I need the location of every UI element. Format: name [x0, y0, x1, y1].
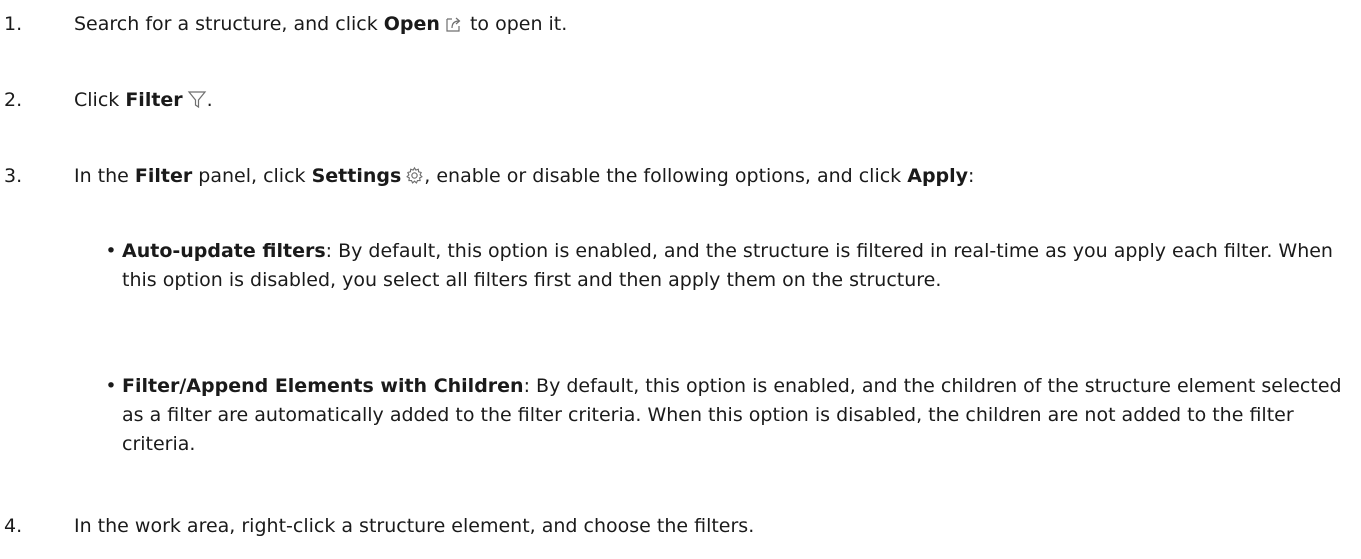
step-text: In the work area, right-click a structur…: [74, 515, 755, 537]
step-text-segment: .: [206, 89, 213, 111]
step-number: 1.: [4, 13, 23, 35]
step-number: 4.: [4, 515, 23, 537]
step-text: In the Filter panel, click Settings , ena…: [74, 162, 1351, 191]
ui-term-filter: Filter: [125, 89, 183, 111]
step-text-segment: In the: [74, 165, 135, 187]
step-number: 2.: [4, 89, 23, 111]
step-text-segment: to open it.: [463, 13, 568, 35]
ui-term-settings: Settings: [311, 165, 402, 187]
step-text-segment: , enable or disable the following option…: [424, 165, 908, 187]
step-text-segment: :: [968, 165, 975, 187]
bullet-text: Filter/Append Elements with Children: By…: [122, 372, 1346, 459]
ui-term-open: Open: [383, 13, 440, 35]
instructions-document: 1. Search for a structure, and click Ope…: [0, 0, 1361, 559]
step-text-segment: Search for a structure, and click: [74, 13, 384, 35]
bullet-dot: •: [105, 240, 117, 262]
settings-gear-icon: [405, 166, 424, 185]
step-text-segment: panel, click: [192, 165, 312, 187]
bullet-text: Auto-update filters: By default, this op…: [122, 237, 1346, 295]
step-text: Click Filter.: [74, 86, 1351, 115]
ui-term-filter: Filter: [134, 165, 193, 187]
ui-term-apply: Apply: [907, 165, 969, 187]
step-text-segment: Click: [74, 89, 126, 111]
open-in-icon: [444, 15, 464, 33]
option-term: Auto-update filters: [122, 240, 326, 262]
step-text: Search for a structure, and click Open t…: [74, 10, 1351, 39]
filter-funnel-icon: [187, 90, 207, 109]
bullet-dot: •: [105, 375, 117, 397]
step-number: 3.: [4, 165, 23, 187]
option-term: Filter/Append Elements with Children: [122, 375, 524, 397]
